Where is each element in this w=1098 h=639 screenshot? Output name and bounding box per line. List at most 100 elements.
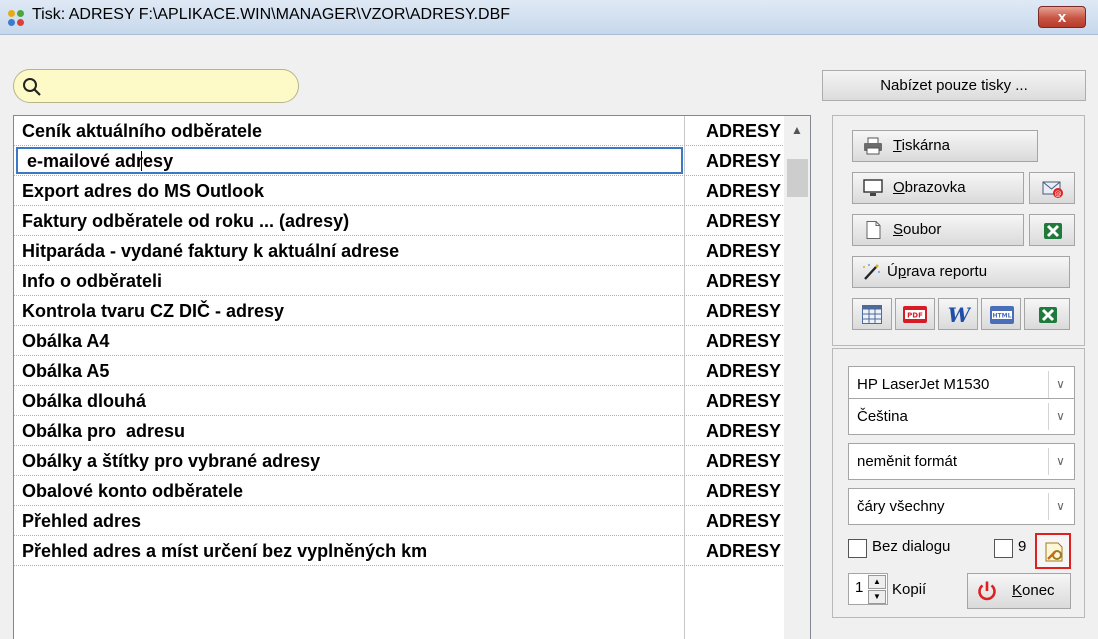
search-input[interactable]: [13, 69, 299, 103]
report-file: ADRESY: [706, 391, 782, 411]
text-caret: [141, 151, 142, 171]
report-name: Obálka A5: [22, 361, 110, 381]
list-item[interactable]: Obálka A5 ADRESY: [14, 356, 810, 386]
report-name: Obálky a štítky pro vybrané adresy: [22, 451, 321, 471]
scroll-up-icon[interactable]: ▲: [784, 118, 810, 140]
html-export-button[interactable]: HTML: [981, 298, 1021, 330]
list-item[interactable]: Obálka dlouhá ADRESY: [14, 386, 810, 416]
report-file: ADRESY: [706, 421, 782, 441]
title-bar: Tisk: ADRESY F:\APLIKACE.WIN\MANAGER\VZO…: [0, 0, 1098, 35]
report-file: ADRESY: [706, 511, 782, 531]
chevron-down-icon[interactable]: ∨: [1048, 371, 1072, 398]
word-export-button[interactable]: W: [938, 298, 978, 330]
list-item[interactable]: Info o odběrateli ADRESY: [14, 266, 810, 296]
option-value: 9: [1018, 538, 1027, 555]
list-item[interactable]: Kontrola tvaru CZ DIČ - adresy ADRESY: [14, 296, 810, 326]
list-item[interactable]: Export adres do MS Outlook ADRESY: [14, 176, 810, 206]
monitor-icon: [863, 179, 883, 196]
report-name: Ceník aktuálního odběratele: [22, 121, 263, 141]
report-name: Obalové konto odběratele: [22, 481, 244, 501]
list-item-editing[interactable]: e-mailové adresy ADRESY: [14, 146, 810, 176]
power-icon: [978, 581, 996, 601]
report-name: Faktury odběratele od roku ... (adresy): [22, 211, 350, 231]
list-item[interactable]: Přehled adres ADRESY: [14, 506, 810, 536]
edit-settings-icon: [1045, 542, 1063, 562]
grid-export-button[interactable]: [852, 298, 892, 330]
list-item[interactable]: Obálka A4 ADRESY: [14, 326, 810, 356]
format-select[interactable]: neměnit formát ∨: [848, 443, 1075, 480]
report-file: ADRESY: [706, 151, 782, 171]
language-select-value: Čeština: [857, 408, 908, 425]
list-item[interactable]: Přehled adres a míst určení bez vyplněný…: [14, 536, 810, 566]
magic-wand-icon: [863, 264, 880, 280]
report-name: Obálka dlouhá: [22, 391, 147, 411]
report-list[interactable]: Ceník aktuálního odběratele ADRESY e-mai…: [13, 115, 811, 639]
document-icon: [866, 221, 881, 239]
report-file: ADRESY: [706, 211, 782, 231]
list-item[interactable]: Faktury odběratele od roku ... (adresy) …: [14, 206, 810, 236]
report-file: ADRESY: [706, 271, 782, 291]
printer-icon: [864, 137, 882, 155]
word-icon: W: [948, 304, 971, 326]
search-icon: [23, 78, 41, 96]
list-scrollbar[interactable]: ▲: [784, 116, 810, 639]
html-icon: HTML: [990, 306, 1014, 324]
chevron-down-icon[interactable]: ∨: [1048, 403, 1072, 430]
lines-select-value: čáry všechny: [857, 498, 945, 515]
copies-stepper[interactable]: 1 ▲ ▼: [848, 573, 888, 605]
report-name: e-mailové adresy: [27, 151, 174, 171]
format-select-value: neměnit formát: [857, 453, 958, 470]
stepper-down-icon[interactable]: ▼: [868, 590, 886, 604]
close-button[interactable]: x: [1038, 6, 1086, 28]
offer-only-prints-button[interactable]: Nabízet pouze tisky ...: [822, 70, 1086, 101]
chevron-down-icon[interactable]: ∨: [1048, 493, 1072, 520]
excel-icon: [1039, 307, 1057, 323]
printer-button[interactable]: Tiskárna: [852, 130, 1038, 162]
lines-select[interactable]: čáry všechny ∨: [848, 488, 1075, 525]
settings-button[interactable]: [1035, 533, 1071, 569]
email-send-button[interactable]: @: [1029, 172, 1075, 204]
list-item[interactable]: Hitparáda - vydané faktury k aktuální ad…: [14, 236, 810, 266]
edit-report-button[interactable]: Úprava reportu: [852, 256, 1070, 288]
excel-icon: [1044, 223, 1062, 239]
stepper-up-icon[interactable]: ▲: [868, 575, 886, 589]
report-name: Hitparáda - vydané faktury k aktuální ad…: [22, 241, 400, 261]
excel-export-button-2[interactable]: [1024, 298, 1070, 330]
report-name: Přehled adres: [22, 511, 142, 531]
mail-icon: @: [1042, 181, 1063, 198]
pdf-export-button[interactable]: PDF: [895, 298, 935, 330]
report-name: Export adres do MS Outlook: [22, 181, 265, 201]
excel-export-button[interactable]: [1029, 214, 1075, 246]
pdf-icon: PDF: [903, 306, 927, 323]
file-button[interactable]: Soubor: [852, 214, 1024, 246]
list-item[interactable]: Obálka pro adresu ADRESY: [14, 416, 810, 446]
end-button[interactable]: Konec: [967, 573, 1071, 609]
report-name: Obálka pro adresu: [22, 421, 186, 441]
app-icon: [8, 10, 25, 27]
svg-text:W: W: [948, 304, 971, 326]
window-title: Tisk: ADRESY F:\APLIKACE.WIN\MANAGER\VZO…: [32, 6, 511, 23]
report-file: ADRESY: [706, 331, 782, 351]
no-dialog-label: Bez dialogu: [872, 538, 951, 555]
scroll-thumb[interactable]: [787, 159, 808, 197]
screen-button[interactable]: Obrazovka: [852, 172, 1024, 204]
svg-text:HTML: HTML: [993, 313, 1012, 320]
copies-value: 1: [855, 579, 864, 596]
report-name: Obálka A4: [22, 331, 110, 351]
report-name: Přehled adres a míst určení bez vyplněný…: [22, 541, 428, 561]
report-file: ADRESY: [706, 451, 782, 471]
report-name: Kontrola tvaru CZ DIČ - adresy: [22, 301, 285, 321]
report-file: ADRESY: [706, 481, 782, 501]
report-file: ADRESY: [706, 181, 782, 201]
report-file: ADRESY: [706, 241, 782, 261]
list-item[interactable]: Obálky a štítky pro vybrané adresy ADRES…: [14, 446, 810, 476]
list-item[interactable]: Ceník aktuálního odběratele ADRESY: [14, 116, 810, 146]
list-item[interactable]: Obalové konto odběratele ADRESY: [14, 476, 810, 506]
language-select[interactable]: Čeština ∨: [848, 398, 1075, 435]
no-dialog-checkbox[interactable]: [848, 539, 867, 558]
close-icon: x: [1057, 9, 1067, 26]
printer-select-value: HP LaserJet M1530: [857, 376, 990, 393]
option-checkbox[interactable]: [994, 539, 1013, 558]
report-file: ADRESY: [706, 361, 782, 381]
chevron-down-icon[interactable]: ∨: [1048, 448, 1072, 475]
